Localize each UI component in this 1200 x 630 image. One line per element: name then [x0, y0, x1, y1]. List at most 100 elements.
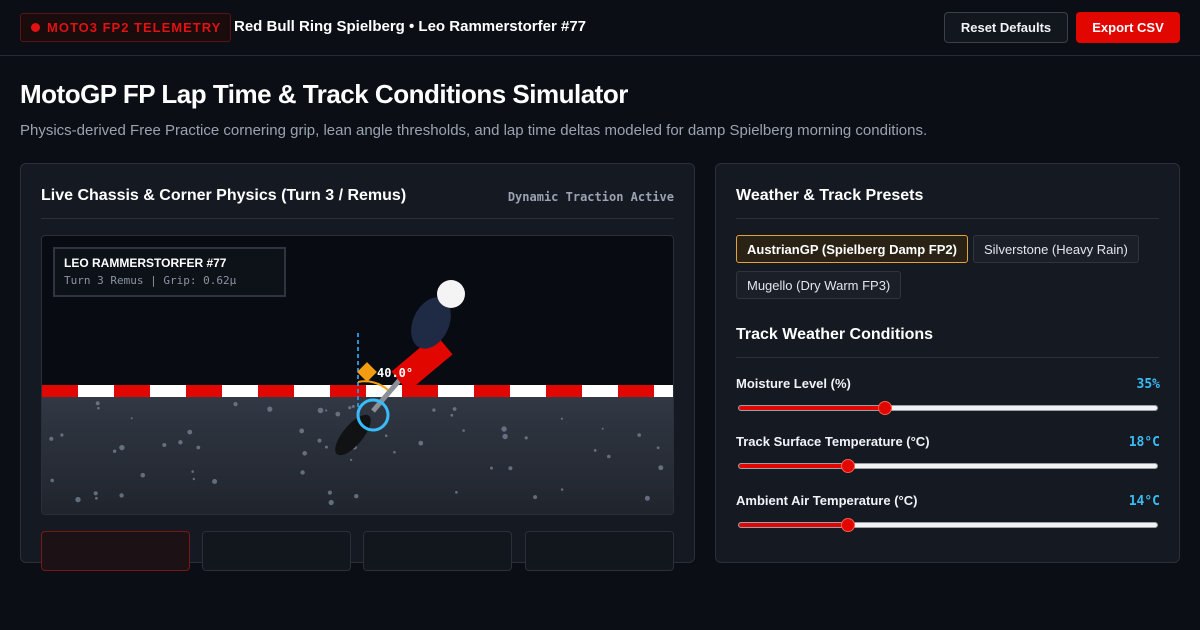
- rain-droplet: [644, 495, 650, 501]
- conditions-title: Track Weather Conditions: [736, 326, 934, 343]
- rain-droplet: [502, 433, 508, 440]
- page-title: MotoGP FP Lap Time & Track Conditions Si…: [20, 79, 628, 109]
- rain-droplet: [658, 465, 664, 471]
- moisture-slider[interactable]: [738, 401, 1158, 415]
- kerb-block: [654, 385, 673, 397]
- chassis-panel-title: Live Chassis & Corner Physics (Turn 3 / …: [41, 187, 407, 204]
- rain-droplet: [317, 407, 324, 414]
- rain-droplet: [112, 449, 117, 453]
- rain-droplet: [50, 478, 54, 483]
- metric-card[interactable]: [202, 531, 351, 571]
- rain-droplet: [348, 406, 352, 410]
- rain-droplet: [130, 417, 133, 420]
- surface-temp-slider[interactable]: [738, 459, 1158, 473]
- slider-fill: [739, 464, 848, 468]
- lean-angle-readout: 40.0°: [377, 366, 413, 380]
- page-subtitle: Physics-derived Free Practice cornering …: [20, 122, 928, 139]
- rain-droplet: [302, 451, 308, 456]
- rain-droplet: [300, 470, 305, 475]
- rain-droplet: [93, 491, 98, 496]
- kerb-block: [78, 385, 114, 397]
- session-label: Red Bull Ring Spielberg • Leo Rammerstor…: [234, 18, 587, 35]
- kerb-block: [474, 385, 510, 397]
- preset-mugello[interactable]: Mugello (Dry Warm FP3): [736, 271, 902, 299]
- metric-cards: [41, 531, 674, 571]
- rain-droplet: [593, 449, 597, 452]
- preset-silverstone[interactable]: Silverstone (Heavy Rain): [973, 235, 1139, 263]
- kerb-block: [618, 385, 654, 397]
- weather-presets-panel: Weather & Track Presets AustrianGP (Spie…: [715, 163, 1180, 563]
- rider-helmet: [437, 280, 465, 308]
- export-csv-button[interactable]: Export CSV: [1076, 12, 1180, 43]
- rain-droplet: [462, 429, 465, 432]
- rain-droplet: [393, 450, 396, 454]
- surface-temp-label: Track Surface Temperature (°C): [736, 434, 930, 449]
- moisture-value: 35%: [1136, 377, 1160, 392]
- rain-droplet: [384, 434, 388, 437]
- presets-panel-title: Weather & Track Presets: [736, 187, 924, 204]
- air-temp-slider[interactable]: [738, 518, 1158, 532]
- rain-droplet: [317, 438, 322, 443]
- lean-marker-icon: [357, 362, 377, 382]
- rain-droplet: [349, 458, 353, 462]
- kerb-block: [294, 385, 330, 397]
- preset-austriangp[interactable]: AustrianGP (Spielberg Damp FP2): [736, 235, 968, 263]
- chassis-physics-panel: Live Chassis & Corner Physics (Turn 3 / …: [20, 163, 695, 571]
- rain-droplet: [233, 402, 238, 407]
- rain-droplet: [325, 409, 328, 412]
- rain-droplet: [450, 413, 454, 417]
- rain-droplet: [325, 445, 328, 449]
- rain-droplet: [455, 490, 458, 494]
- rain-droplet: [335, 411, 341, 417]
- rain-droplet: [432, 408, 436, 412]
- rain-droplet: [560, 417, 564, 420]
- metric-card[interactable]: [363, 531, 512, 571]
- rain-droplet: [656, 446, 660, 450]
- rain-droplet: [452, 407, 457, 411]
- rain-droplet: [140, 472, 146, 478]
- reset-defaults-button[interactable]: Reset Defaults: [944, 12, 1068, 43]
- kerb-block: [546, 385, 582, 397]
- rain-droplet: [97, 406, 100, 410]
- metric-card[interactable]: [525, 531, 674, 571]
- kerb-block: [42, 385, 78, 397]
- slider-thumb[interactable]: [840, 518, 855, 532]
- rain-droplet: [196, 445, 201, 450]
- rain-droplet: [533, 495, 538, 500]
- rain-droplet: [490, 466, 493, 470]
- moisture-slider-row: Moisture Level (%) 35%: [736, 376, 1160, 416]
- rain-droplet: [75, 496, 81, 503]
- slider-thumb[interactable]: [878, 401, 893, 415]
- rain-droplet: [607, 454, 611, 459]
- metric-card[interactable]: [41, 531, 190, 571]
- rain-droplet: [267, 406, 273, 412]
- rain-droplet: [192, 477, 195, 481]
- kerb-block: [258, 385, 294, 397]
- surface-temp-slider-row: Track Surface Temperature (°C) 18°C: [736, 434, 1160, 474]
- air-temp-label: Ambient Air Temperature (°C): [736, 493, 918, 508]
- corner-simulation-canvas: 40.0° LEO RAMMERSTORFER #77 Turn 3 Remus…: [41, 235, 674, 515]
- top-bar: MOTO3 FP2 TELEMETRY Red Bull Ring Spielb…: [0, 0, 1200, 56]
- rain-droplet: [418, 440, 424, 446]
- chassis-panel-header: Live Chassis & Corner Physics (Turn 3 / …: [41, 164, 674, 219]
- slider-fill: [739, 406, 886, 410]
- rain-droplet: [351, 405, 355, 408]
- traction-status-tag: Dynamic Traction Active: [507, 190, 674, 204]
- presets-panel-header: Weather & Track Presets: [736, 164, 1159, 219]
- rain-droplet: [299, 428, 305, 434]
- rain-droplet: [524, 436, 528, 440]
- live-dot-icon: [31, 23, 40, 32]
- kerb-block: [114, 385, 150, 397]
- rain-droplet: [601, 427, 604, 430]
- rain-droplet: [119, 493, 124, 498]
- rain-droplet: [60, 433, 64, 437]
- rain-droplet: [637, 433, 641, 437]
- rider-hud: LEO RAMMERSTORFER #77 Turn 3 Remus | Gri…: [53, 247, 286, 297]
- rain-droplet: [95, 401, 100, 406]
- rain-droplet: [501, 426, 507, 432]
- rain-droplet: [187, 429, 193, 435]
- slider-thumb[interactable]: [840, 459, 855, 473]
- telemetry-badge: MOTO3 FP2 TELEMETRY: [20, 13, 232, 42]
- rain-droplet: [49, 436, 54, 441]
- rain-droplet: [212, 479, 218, 484]
